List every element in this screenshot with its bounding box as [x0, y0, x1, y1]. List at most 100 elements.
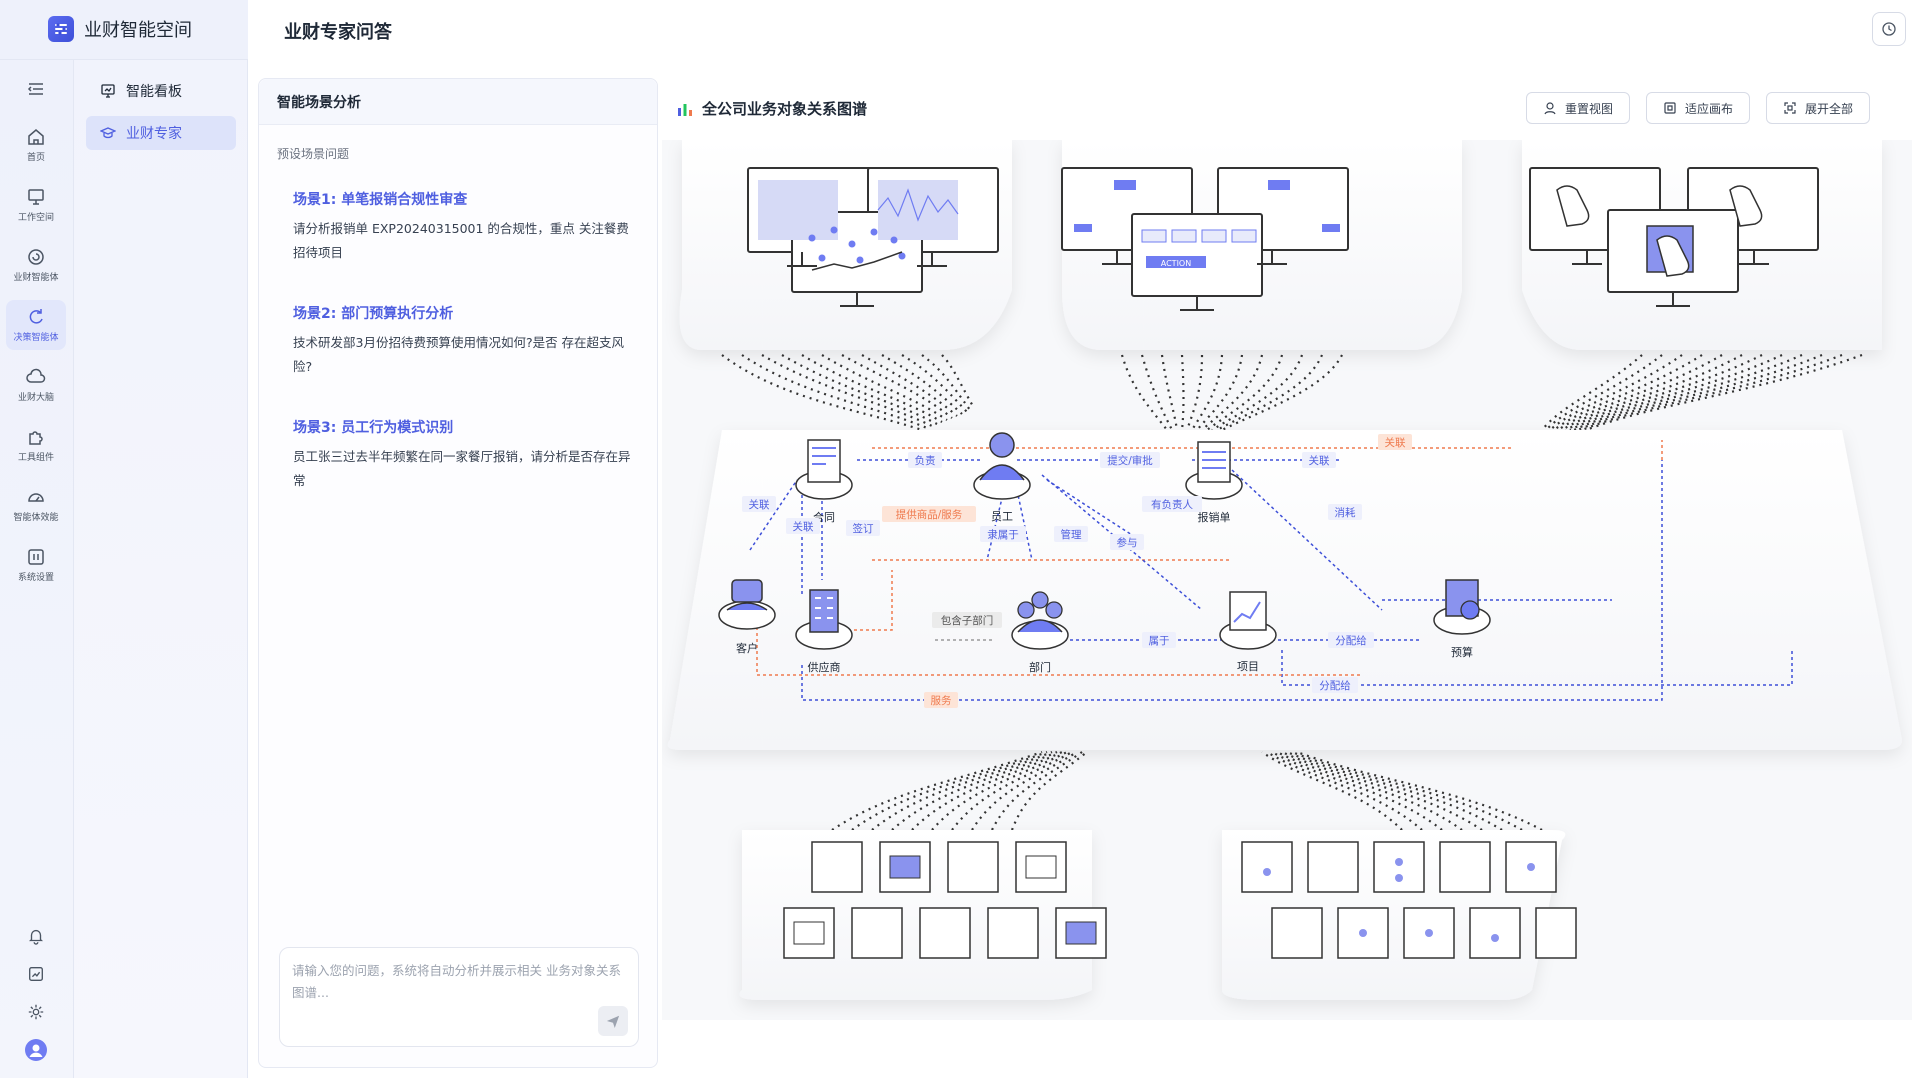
clock-icon: [1882, 22, 1896, 36]
edge-label: 负责: [915, 454, 936, 467]
icon-rail: 首页 工作空间 业财智能体 决策智能体 业财大脑 工具组件 智能体效能 系统设置: [0, 60, 74, 1078]
question-input-placeholder: 请输入您的问题，系统将自动分析并展示相关 业务对象关系图谱...: [292, 963, 621, 1000]
edge-label: 提供商品/服务: [896, 508, 963, 521]
fit-icon: [1664, 102, 1676, 114]
monitor-icon: [28, 189, 44, 205]
rail-item-label: 智能体效能: [13, 513, 59, 523]
bar-chart-icon: [678, 103, 692, 116]
rail-item-decision-agent[interactable]: 决策智能体: [6, 300, 66, 350]
edge-label: 关联: [749, 498, 770, 511]
node-label: 报销单: [1198, 510, 1231, 524]
expand-all-label: 展开全部: [1805, 101, 1854, 116]
question-input[interactable]: 请输入您的问题，系统将自动分析并展示相关 业务对象关系图谱...: [279, 947, 639, 1047]
scenario-card-3[interactable]: 场景3: 员工行为模式识别 员工张三过去半年频繁在同一家餐厅报销，请分析是否存在…: [293, 417, 633, 493]
fit-canvas-label: 适应画布: [1685, 101, 1734, 116]
avatar-icon: [25, 1039, 47, 1061]
graph-title: 全公司业务对象关系图谱: [676, 98, 867, 119]
agent-icon: [28, 249, 44, 265]
puzzle-icon: [29, 431, 43, 445]
settings-panel-icon: [28, 549, 44, 565]
edge-label: 关联: [1309, 454, 1331, 467]
reset-view-button[interactable]: 重置视图: [1526, 92, 1631, 124]
brand-title: 业财智能空间: [84, 20, 192, 41]
node-label: 员工: [991, 510, 1013, 523]
panel-title: 智能场景分析: [259, 79, 657, 125]
refresh-agent-icon: [29, 309, 43, 324]
scenario-text: 请分析报销单 EXP20240315001 的合规性，重点 关注餐费招待项目: [293, 221, 629, 260]
bell-icon: [28, 929, 44, 945]
nav-item-label: 业财专家: [126, 126, 182, 142]
edge-label: 消耗: [1335, 506, 1357, 519]
nav-item-smart-dashboard[interactable]: 智能看板: [86, 74, 236, 108]
rail-item-label: 工作空间: [17, 213, 54, 223]
expand-icon: [1784, 102, 1796, 114]
brand[interactable]: 业财智能空间: [48, 14, 192, 44]
rail-item-finance-agent[interactable]: 业财智能体: [6, 240, 66, 290]
scenario-text: 员工张三过去半年频繁在同一家餐厅报销，请分析是否存在异常: [293, 449, 631, 488]
scenario-card-1[interactable]: 场景1: 单笔报销合规性审查 请分析报销单 EXP20240315001 的合规…: [293, 189, 633, 265]
edge-label: 关联: [793, 520, 814, 533]
nav-item-label: 智能看板: [126, 84, 182, 100]
chart-icon: [29, 967, 43, 981]
edge-label: 分配给: [1335, 634, 1367, 647]
scenario-panel: 智能场景分析 预设场景问题 场景1: 单笔报销合规性审查 请分析报销单 EXP2…: [258, 78, 658, 1068]
rail-item-agent-efficiency[interactable]: 智能体效能: [6, 480, 66, 530]
settings-button[interactable]: [22, 998, 50, 1026]
edge-label: 有负责人: [1151, 498, 1193, 511]
dashboard-icon: [101, 84, 115, 98]
graduation-cap-icon: [100, 127, 116, 139]
edge-label: 属于: [1149, 635, 1170, 647]
node-label: 客户: [736, 641, 758, 655]
rail-item-system-settings[interactable]: 系统设置: [6, 540, 66, 590]
edge-label: 签订: [853, 522, 874, 535]
rail-item-label: 决策智能体: [13, 333, 59, 343]
user-avatar[interactable]: [22, 1036, 50, 1064]
history-button[interactable]: [1872, 12, 1906, 46]
rail-item-home[interactable]: 首页: [6, 120, 66, 170]
rail-item-label: 首页: [26, 153, 45, 163]
page-title: 业财专家问答: [284, 22, 392, 43]
analytics-button[interactable]: [22, 960, 50, 988]
expand-all-button[interactable]: 展开全部: [1766, 92, 1871, 124]
scenario-text: 技术研发部3月份招待费预算使用情况如何?是否 存在超支风险?: [293, 335, 625, 374]
send-icon: [606, 1015, 620, 1028]
graph-title-text: 全公司业务对象关系图谱: [702, 100, 868, 118]
node-label: 预算: [1451, 645, 1473, 659]
gear-icon: [28, 1004, 44, 1020]
collapse-menu-button[interactable]: [6, 72, 66, 106]
edge-label: 包含子部门: [941, 614, 994, 627]
node-label: 部门: [1029, 660, 1051, 674]
edge-label: 关联: [1385, 436, 1407, 449]
central-platform: [667, 430, 1902, 750]
scenario-title[interactable]: 场景3: 员工行为模式识别: [293, 417, 633, 437]
fit-canvas-button[interactable]: 适应画布: [1646, 92, 1751, 124]
scenario-title[interactable]: 场景2: 部门预算执行分析: [293, 303, 633, 323]
relationship-graph: ACTION 合同 员工 报销单 客户 供应商 部门 项目 预算 负责 提交/审…: [662, 140, 1912, 1020]
node-label: 项目: [1237, 660, 1259, 673]
secondary-nav: 智能看板 业财专家: [74, 60, 248, 1078]
monitor-action-label: ACTION: [1161, 259, 1191, 268]
rail-item-label: 业财智能体: [13, 273, 59, 283]
reset-icon: [1544, 102, 1556, 115]
scenario-title[interactable]: 场景1: 单笔报销合规性审查: [293, 189, 633, 209]
app-logo-icon: [48, 16, 74, 42]
rail-item-label: 系统设置: [17, 573, 54, 583]
cloud-brain-icon: [26, 368, 46, 383]
edge-label: 参与: [1117, 536, 1138, 549]
send-button[interactable]: [598, 1006, 628, 1036]
scenario-card-2[interactable]: 场景2: 部门预算执行分析 技术研发部3月份招待费预算使用情况如何?是否 存在超…: [293, 303, 633, 379]
edge-label: 提交/审批: [1107, 454, 1153, 467]
reset-view-label: 重置视图: [1565, 101, 1614, 116]
nav-item-finance-expert[interactable]: 业财专家: [86, 116, 236, 150]
notification-button[interactable]: [22, 922, 50, 950]
home-icon: [28, 129, 44, 145]
edge-label: 服务: [931, 694, 952, 707]
rail-item-tool-components[interactable]: 工具组件: [6, 420, 66, 470]
panel-subtitle: 预设场景问题: [277, 147, 350, 161]
edge-label: 隶属于: [987, 528, 1019, 541]
edge-label: 分配给: [1319, 679, 1351, 692]
rail-item-label: 业财大脑: [17, 393, 54, 403]
rail-item-workspace[interactable]: 工作空间: [6, 180, 66, 230]
gauge-icon: [28, 493, 44, 502]
rail-item-finance-brain[interactable]: 业财大脑: [6, 360, 66, 410]
